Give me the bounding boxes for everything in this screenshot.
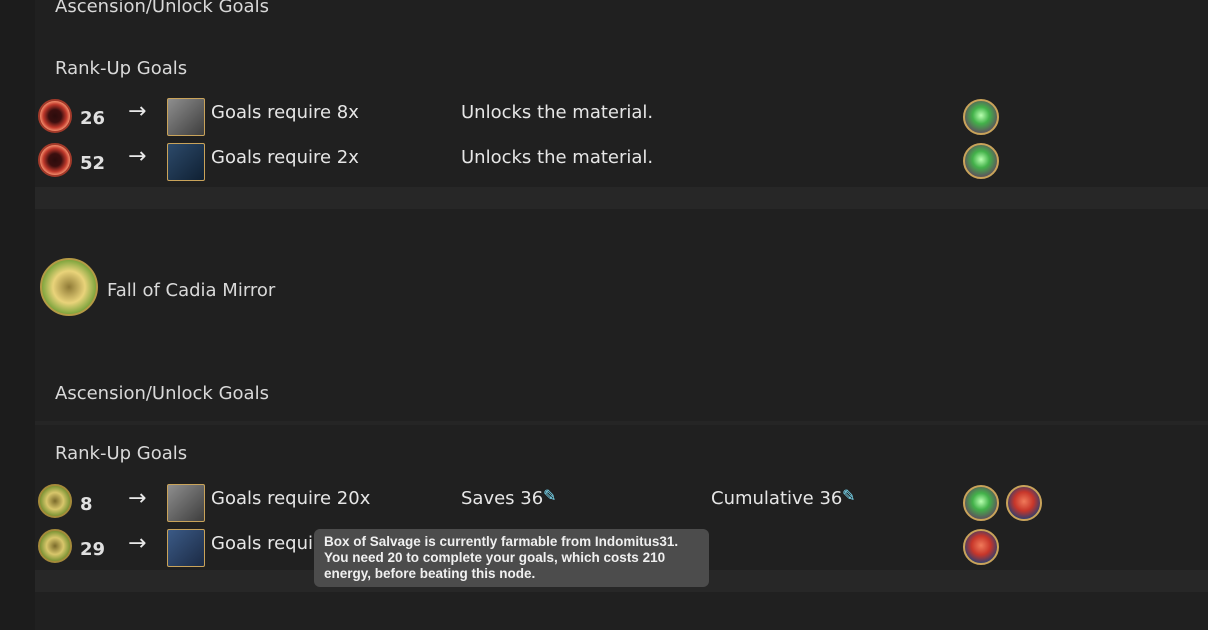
saves-text: Saves 36 — [461, 488, 544, 509]
arrow-right-icon: → — [128, 144, 147, 169]
character-avatar[interactable] — [963, 529, 999, 565]
goal-requirement: Goals require 2x — [211, 147, 359, 168]
rankup-goals-heading: Rank-Up Goals — [55, 58, 188, 79]
energy-vial-icon: ✎ — [543, 486, 557, 505]
cumulative-text: Cumulative 36 — [711, 488, 843, 509]
character-avatar[interactable] — [963, 485, 999, 521]
material-tooltip: Box of Salvage is currently farmable fro… — [314, 529, 709, 587]
character-avatar[interactable] — [1006, 485, 1042, 521]
ascension-goals-heading: Ascension/Unlock Goals — [55, 0, 269, 17]
rankup-goals-heading: Rank-Up Goals — [55, 443, 188, 464]
unlock-text: Unlocks the material. — [461, 102, 654, 123]
section-divider — [35, 421, 1208, 425]
material-icon[interactable] — [167, 98, 205, 136]
arrow-right-icon: → — [128, 531, 147, 556]
rank-number: 52 — [80, 153, 106, 174]
goal-requirement: Goals require 20x — [211, 488, 371, 509]
rank-number: 29 — [80, 539, 106, 560]
tooltip-text: Box of Salvage is currently farmable fro… — [324, 534, 679, 581]
material-icon[interactable] — [167, 484, 205, 522]
campaign-badge-icon — [40, 258, 98, 316]
ascension-goals-heading: Ascension/Unlock Goals — [55, 383, 269, 404]
left-gutter — [0, 0, 35, 630]
energy-vial-icon: ✎ — [842, 486, 856, 505]
goal-requirement: Goals require 8x — [211, 102, 359, 123]
rank-number: 26 — [80, 108, 106, 129]
campaign-title: Fall of Cadia Mirror — [107, 280, 276, 301]
unlock-text: Unlocks the material. — [461, 147, 654, 168]
material-icon[interactable] — [167, 529, 205, 567]
rank-icon — [38, 484, 72, 518]
character-avatar[interactable] — [963, 99, 999, 135]
arrow-right-icon: → — [128, 99, 147, 124]
character-avatar[interactable] — [963, 143, 999, 179]
material-icon[interactable] — [167, 143, 205, 181]
rank-icon — [38, 529, 72, 563]
rank-number: 8 — [80, 494, 93, 515]
rank-icon — [38, 143, 72, 177]
arrow-right-icon: → — [128, 486, 147, 511]
goal-requirement: Goals requir — [211, 533, 321, 554]
section-divider — [35, 187, 1208, 209]
rank-icon — [38, 99, 72, 133]
